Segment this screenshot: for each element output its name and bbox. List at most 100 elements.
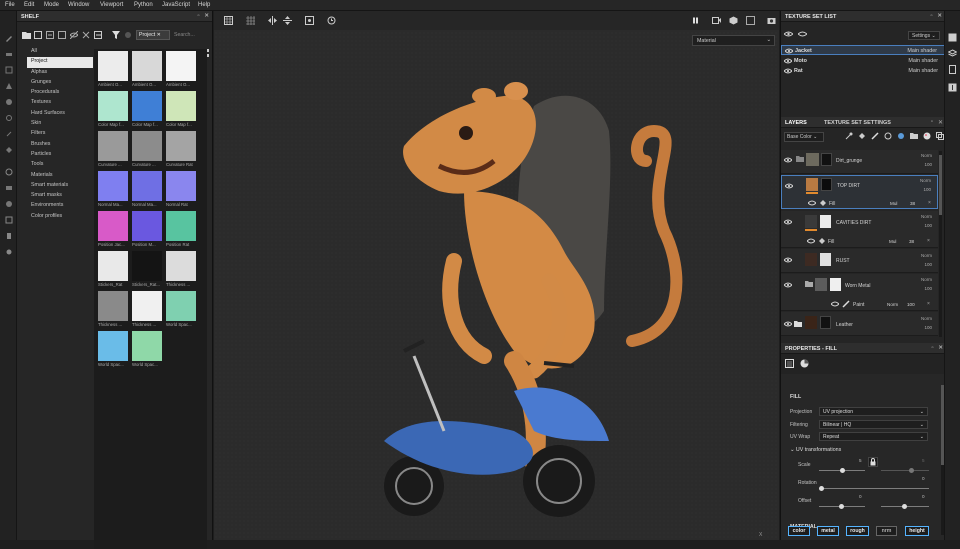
info-icon[interactable]: [948, 83, 957, 92]
layer-opacity[interactable]: 100: [924, 223, 932, 228]
shelf-thumbnail[interactable]: [132, 171, 162, 201]
category-item[interactable]: Materials: [27, 171, 93, 181]
smart-mask-icon[interactable]: [897, 132, 905, 140]
layers-icon[interactable]: [948, 49, 957, 58]
category-item[interactable]: Smart masks: [27, 191, 93, 201]
close-icon[interactable]: ✕: [938, 119, 943, 126]
mask-icon[interactable]: [884, 132, 892, 140]
rotation-value[interactable]: 0: [922, 476, 925, 481]
shelf-thumbnail[interactable]: [132, 51, 162, 81]
split-view-icon[interactable]: [282, 15, 292, 25]
layer-opacity[interactable]: 100: [924, 286, 932, 291]
rotation-slider-handle[interactable]: [819, 486, 824, 491]
uv-transformations-toggle[interactable]: ⌄ UV transformations: [790, 447, 841, 453]
new-item-icon[interactable]: [34, 31, 42, 39]
float-icon[interactable]: ▫: [931, 345, 933, 351]
channel-select[interactable]: Base Color ⌄: [784, 132, 824, 142]
material-mode-select[interactable]: Material ⌄: [692, 35, 775, 46]
effect-blend[interactable]: Norm: [887, 302, 898, 307]
scale-value[interactable]: 5: [859, 458, 862, 463]
float-icon[interactable]: ▫: [197, 13, 199, 19]
hide-icon[interactable]: [70, 31, 78, 39]
category-item[interactable]: Grunges: [27, 78, 93, 88]
eye-icon[interactable]: [784, 68, 792, 74]
frame-icon[interactable]: [304, 15, 314, 25]
category-item[interactable]: Smart materials: [27, 181, 93, 191]
render-mode-icon[interactable]: [745, 15, 755, 25]
shelf-thumbnail[interactable]: [98, 171, 128, 201]
shelf-search-input[interactable]: Search...: [172, 30, 210, 40]
export-icon[interactable]: [94, 31, 102, 39]
shelf-thumbnail[interactable]: [132, 211, 162, 241]
shelf-thumbnail[interactable]: [132, 331, 162, 361]
shelf-thumbnail[interactable]: [98, 91, 128, 121]
layer-row[interactable]: RUST Norm 100: [781, 249, 938, 273]
effect-opacity[interactable]: 38: [909, 239, 914, 244]
layer-opacity[interactable]: 100: [923, 187, 931, 192]
category-item[interactable]: Alphas: [27, 68, 93, 78]
projection-select[interactable]: UV projection ⌄: [819, 407, 928, 416]
category-item[interactable]: Filters: [27, 129, 93, 139]
shelf-thumbnail[interactable]: [166, 51, 196, 81]
copy-icon[interactable]: [936, 132, 944, 140]
offset-value-u[interactable]: 0: [859, 494, 862, 499]
scale-slider-linked[interactable]: [881, 470, 929, 471]
texture-set-shader[interactable]: Main shader: [907, 48, 937, 54]
eraser-icon[interactable]: [4, 49, 13, 58]
layer-row[interactable]: Leather Norm 100: [781, 312, 938, 336]
float-icon[interactable]: ▫: [931, 119, 933, 126]
texture-set-row[interactable]: Jacket Main shader: [781, 45, 946, 55]
eye-icon[interactable]: [831, 301, 839, 307]
shelf-thumbnail[interactable]: [166, 171, 196, 201]
shelf-thumbnail[interactable]: [132, 251, 162, 281]
shelf-thumbnail[interactable]: [166, 91, 196, 121]
blend-mode[interactable]: Norm: [921, 153, 932, 158]
shelf-thumbnail[interactable]: [166, 211, 196, 241]
channel-color-chip[interactable]: color: [788, 526, 810, 536]
eye-icon[interactable]: [784, 257, 792, 263]
layers-scrollbar[interactable]: [939, 151, 942, 337]
channel-nrm-chip[interactable]: nrm: [876, 526, 897, 536]
layer-opacity[interactable]: 100: [924, 325, 932, 330]
effect-opacity[interactable]: 38: [910, 201, 915, 206]
channel-height-chip[interactable]: height: [905, 526, 929, 536]
camera-view-icon[interactable]: [711, 15, 721, 25]
blend-mode[interactable]: Norm: [921, 277, 932, 282]
material-sphere-icon[interactable]: [800, 359, 809, 368]
grid-icon[interactable]: [223, 15, 233, 25]
tab-texture-set-settings[interactable]: TEXTURE SET SETTINGS: [824, 120, 891, 126]
shelf-thumbnail[interactable]: [166, 131, 196, 161]
shelf-thumbnail[interactable]: [98, 291, 128, 321]
offset-value-v[interactable]: 0: [922, 494, 925, 499]
3d-viewport[interactable]: [214, 11, 779, 540]
display-settings-icon[interactable]: [4, 183, 13, 192]
eye-icon[interactable]: [807, 238, 815, 244]
blend-mode[interactable]: Norm: [921, 253, 932, 258]
category-item[interactable]: Particles: [27, 150, 93, 160]
eye-icon[interactable]: [785, 183, 793, 189]
shelf-thumbnail[interactable]: [98, 331, 128, 361]
texture-set-row[interactable]: Rat Main shader: [781, 66, 946, 76]
category-item[interactable]: All: [27, 47, 93, 57]
texture-set-icon[interactable]: [948, 33, 957, 42]
category-item[interactable]: Tools: [27, 160, 93, 170]
folder-icon[interactable]: [22, 31, 31, 39]
menu-mode[interactable]: Mode: [44, 2, 59, 8]
category-item[interactable]: Environments: [27, 201, 93, 211]
category-item[interactable]: Color profiles: [27, 212, 93, 222]
category-item[interactable]: Skin: [27, 119, 93, 129]
shelf-thumbnail[interactable]: [98, 131, 128, 161]
menu-window[interactable]: Window: [68, 2, 89, 8]
paint-brush-icon[interactable]: [4, 33, 13, 42]
menu-python[interactable]: Python: [134, 2, 153, 8]
layer-properties-icon[interactable]: [785, 359, 794, 368]
menu-javascript[interactable]: JavaScript: [162, 2, 190, 8]
uvwrap-select[interactable]: Repeat ⌄: [819, 432, 928, 441]
layer-opacity[interactable]: 100: [924, 262, 932, 267]
scale-value-linked[interactable]: 5: [922, 458, 925, 463]
texture-set-shader[interactable]: Main shader: [908, 58, 938, 64]
scale-slider-handle[interactable]: [840, 468, 845, 473]
delete-icon[interactable]: [82, 31, 90, 39]
menu-edit[interactable]: Edit: [24, 2, 34, 8]
texture-set-shader[interactable]: Main shader: [908, 68, 938, 74]
